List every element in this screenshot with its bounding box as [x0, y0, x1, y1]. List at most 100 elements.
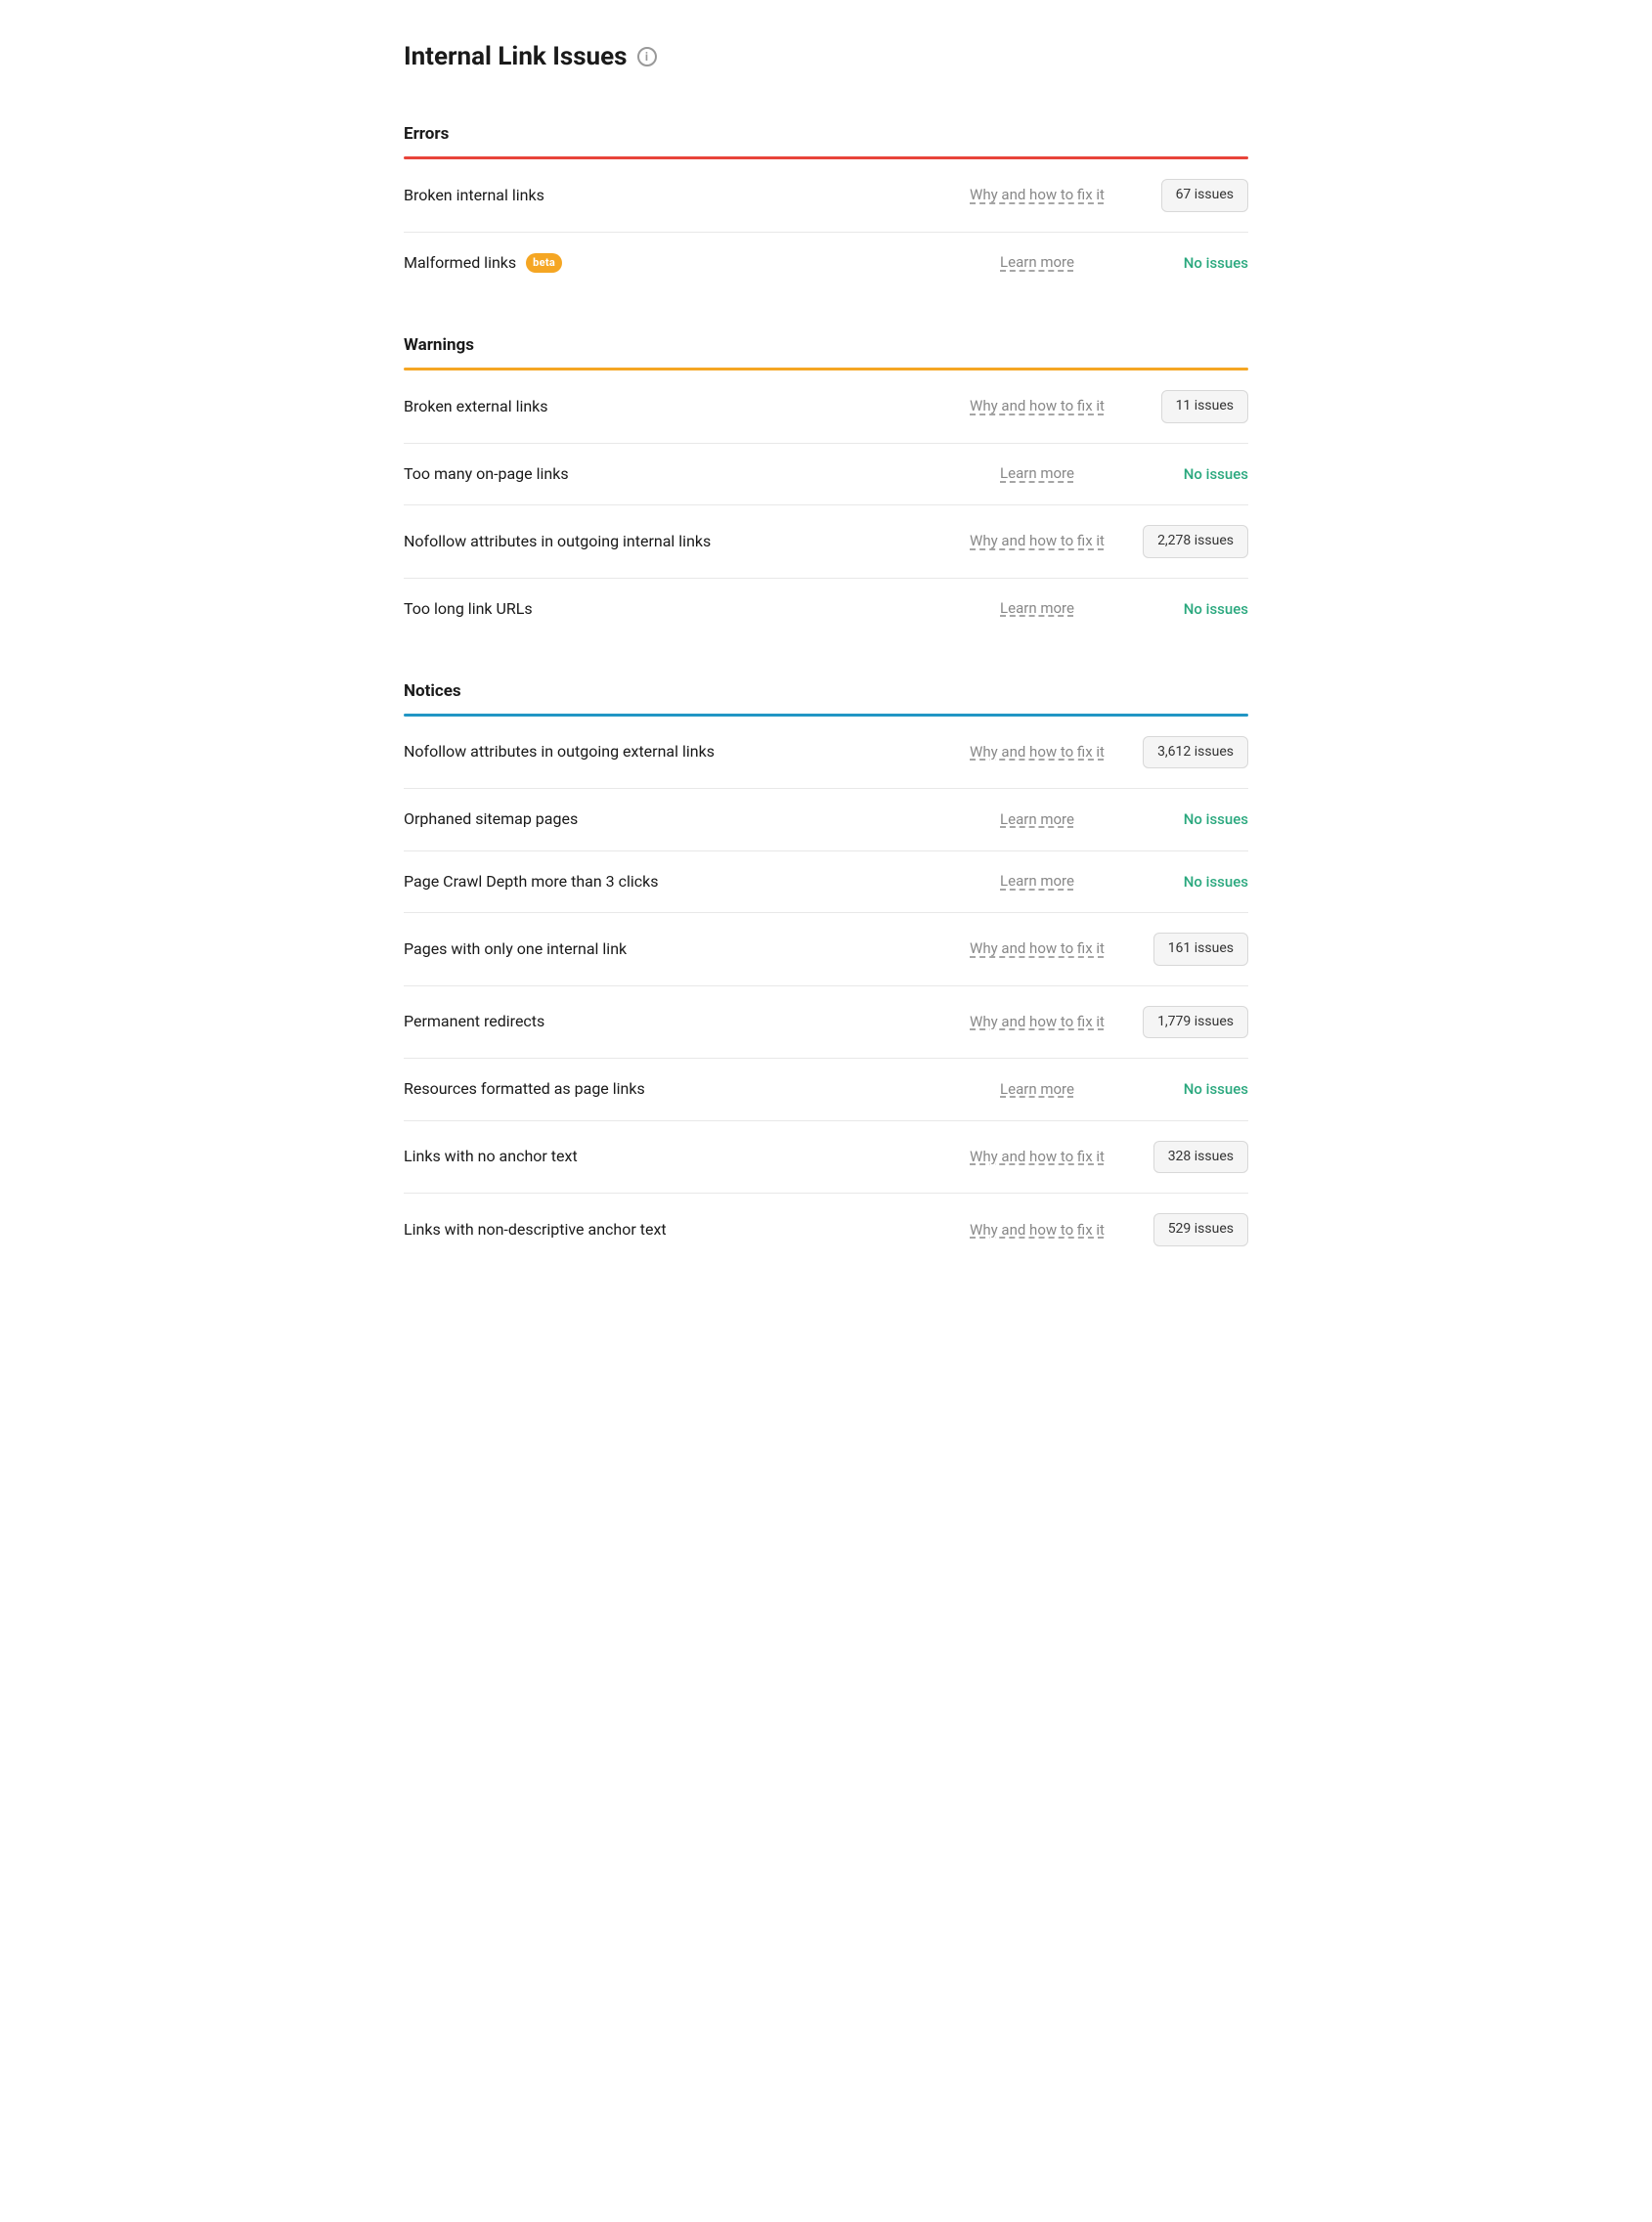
- sections-container: Errors Broken internal links Why and how t…: [404, 106, 1248, 1265]
- issue-name: Permanent redirects: [404, 1011, 934, 1032]
- why-fix-link[interactable]: Why and how to fix it: [949, 742, 1125, 762]
- issue-name-text: Links with non-descriptive anchor text: [404, 1219, 667, 1241]
- issue-name-text: Nofollow attributes in outgoing internal…: [404, 531, 711, 552]
- issue-name: Links with non-descriptive anchor text: [404, 1219, 934, 1241]
- issue-name: Broken external links: [404, 396, 934, 417]
- section-title-notices: Notices: [404, 680, 1248, 704]
- issue-row: Links with no anchor text Why and how to …: [404, 1121, 1248, 1195]
- issue-count[interactable]: 161 issues: [1141, 933, 1248, 966]
- issue-name-text: Too many on-page links: [404, 463, 569, 485]
- issue-name-text: Page Crawl Depth more than 3 clicks: [404, 871, 659, 893]
- issue-row: Broken external links Why and how to fix …: [404, 370, 1248, 444]
- issue-row: Resources formatted as page links Learn m…: [404, 1059, 1248, 1120]
- main-container: Internal Link Issues i Errors Broken inte…: [357, 0, 1295, 1305]
- section-title-errors: Errors: [404, 123, 1248, 147]
- issue-row: Malformed links beta Learn more No issues: [404, 233, 1248, 293]
- issue-name-text: Links with no anchor text: [404, 1146, 578, 1167]
- issue-row: Nofollow attributes in outgoing internal…: [404, 505, 1248, 579]
- issue-count[interactable]: 328 issues: [1141, 1141, 1248, 1174]
- issue-row: Nofollow attributes in outgoing external…: [404, 717, 1248, 790]
- issue-count[interactable]: 67 issues: [1141, 179, 1248, 212]
- count-badge[interactable]: 3,612 issues: [1143, 736, 1248, 769]
- issue-name: Page Crawl Depth more than 3 clicks: [404, 871, 934, 893]
- issue-row: Pages with only one internal link Why and…: [404, 913, 1248, 986]
- section-notices: Notices Nofollow attributes in outgoing e…: [404, 663, 1248, 1266]
- issue-count: No issues: [1141, 808, 1248, 830]
- count-badge[interactable]: 328 issues: [1153, 1141, 1248, 1174]
- why-fix-link[interactable]: Why and how to fix it: [949, 396, 1125, 416]
- count-badge[interactable]: 67 issues: [1161, 179, 1248, 212]
- issue-count: No issues: [1141, 1078, 1248, 1100]
- issue-row: Too long link URLs Learn more No issues: [404, 579, 1248, 639]
- issue-name-text: Pages with only one internal link: [404, 938, 627, 960]
- section-gap: [404, 293, 1248, 317]
- page-title-text: Internal Link Issues: [404, 39, 628, 74]
- issue-name-text: Permanent redirects: [404, 1011, 544, 1032]
- why-fix-link[interactable]: Why and how to fix it: [949, 1012, 1125, 1032]
- count-badge[interactable]: 11 issues: [1161, 390, 1248, 423]
- section-warnings: Warnings Broken external links Why and how…: [404, 317, 1248, 639]
- section-header-notices: Notices: [404, 663, 1248, 714]
- issue-count[interactable]: 1,779 issues: [1141, 1006, 1248, 1039]
- issue-count[interactable]: 3,612 issues: [1141, 736, 1248, 769]
- issue-row: Permanent redirects Why and how to fix it…: [404, 986, 1248, 1060]
- issue-count[interactable]: 529 issues: [1141, 1213, 1248, 1246]
- page-title-section: Internal Link Issues i: [404, 39, 1248, 74]
- issue-count[interactable]: 2,278 issues: [1141, 525, 1248, 558]
- issue-name-text: Broken internal links: [404, 185, 544, 206]
- issue-name: Orphaned sitemap pages: [404, 808, 934, 830]
- why-fix-link[interactable]: Why and how to fix it: [949, 1147, 1125, 1167]
- issue-name-text: Nofollow attributes in outgoing external…: [404, 741, 715, 762]
- section-title-warnings: Warnings: [404, 334, 1248, 358]
- no-issues-text: No issues: [1184, 810, 1248, 828]
- section-errors: Errors Broken internal links Why and how t…: [404, 106, 1248, 293]
- issue-name: Resources formatted as page links: [404, 1078, 934, 1100]
- no-issues-text: No issues: [1184, 1080, 1248, 1098]
- beta-badge: beta: [526, 253, 562, 272]
- issue-row: Too many on-page links Learn more No issue…: [404, 444, 1248, 505]
- issue-count: No issues: [1141, 252, 1248, 274]
- learn-more-link[interactable]: Learn more: [949, 598, 1125, 619]
- learn-more-link[interactable]: Learn more: [949, 463, 1125, 484]
- no-issues-text: No issues: [1184, 600, 1248, 618]
- issue-row: Page Crawl Depth more than 3 clicks Learn…: [404, 851, 1248, 913]
- issue-row: Orphaned sitemap pages Learn more No issue…: [404, 789, 1248, 850]
- issue-name-text: Malformed links: [404, 252, 516, 274]
- learn-more-link[interactable]: Learn more: [949, 1079, 1125, 1100]
- learn-more-link[interactable]: Learn more: [949, 809, 1125, 830]
- issue-name: Too long link URLs: [404, 598, 934, 620]
- count-badge[interactable]: 529 issues: [1153, 1213, 1248, 1246]
- section-header-errors: Errors: [404, 106, 1248, 156]
- count-badge[interactable]: 161 issues: [1153, 933, 1248, 966]
- count-badge[interactable]: 1,779 issues: [1143, 1006, 1248, 1039]
- info-icon[interactable]: i: [637, 47, 657, 66]
- no-issues-text: No issues: [1184, 465, 1248, 483]
- issue-row: Links with non-descriptive anchor text Wh…: [404, 1194, 1248, 1266]
- issue-name: Links with no anchor text: [404, 1146, 934, 1167]
- issue-name-text: Too long link URLs: [404, 598, 533, 620]
- why-fix-link[interactable]: Why and how to fix it: [949, 185, 1125, 205]
- section-header-warnings: Warnings: [404, 317, 1248, 368]
- issue-count: No issues: [1141, 871, 1248, 893]
- issue-name-text: Broken external links: [404, 396, 548, 417]
- issue-name-text: Orphaned sitemap pages: [404, 808, 578, 830]
- issue-row: Broken internal links Why and how to fix …: [404, 159, 1248, 233]
- why-fix-link[interactable]: Why and how to fix it: [949, 531, 1125, 551]
- issue-name: Pages with only one internal link: [404, 938, 934, 960]
- why-fix-link[interactable]: Why and how to fix it: [949, 1220, 1125, 1241]
- count-badge[interactable]: 2,278 issues: [1143, 525, 1248, 558]
- issue-name: Nofollow attributes in outgoing internal…: [404, 531, 934, 552]
- learn-more-link[interactable]: Learn more: [949, 871, 1125, 892]
- issue-count: No issues: [1141, 463, 1248, 485]
- issue-name: Malformed links beta: [404, 252, 934, 274]
- why-fix-link[interactable]: Why and how to fix it: [949, 938, 1125, 959]
- learn-more-link[interactable]: Learn more: [949, 252, 1125, 273]
- section-gap: [404, 639, 1248, 663]
- issue-count: No issues: [1141, 598, 1248, 620]
- issue-name: Broken internal links: [404, 185, 934, 206]
- issue-name: Too many on-page links: [404, 463, 934, 485]
- no-issues-text: No issues: [1184, 254, 1248, 272]
- issue-name-text: Resources formatted as page links: [404, 1078, 645, 1100]
- issue-count[interactable]: 11 issues: [1141, 390, 1248, 423]
- issue-name: Nofollow attributes in outgoing external…: [404, 741, 934, 762]
